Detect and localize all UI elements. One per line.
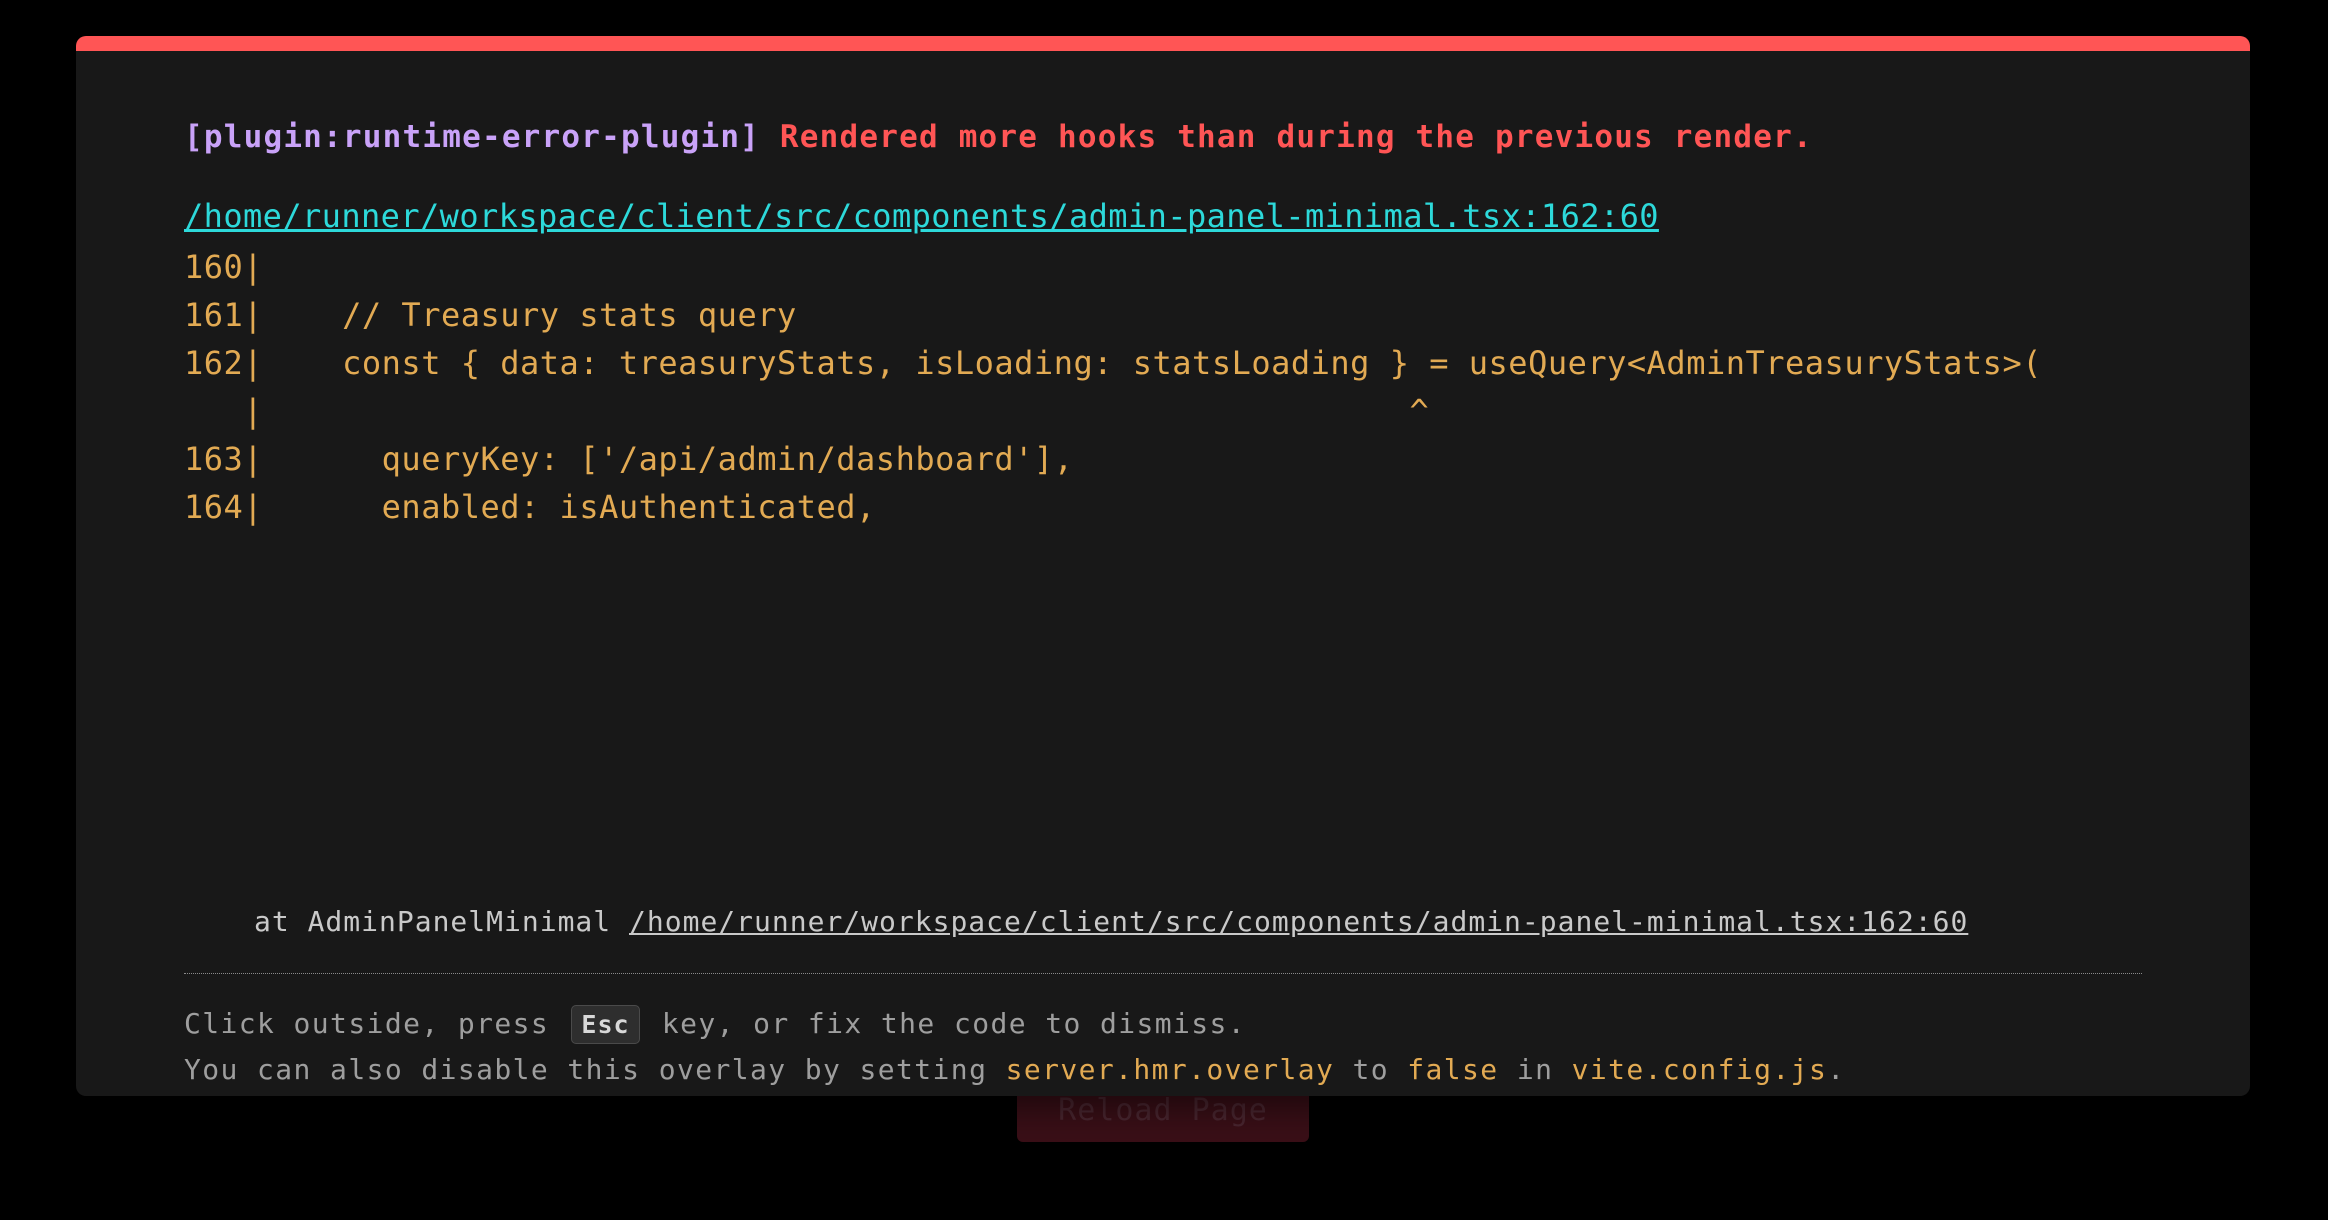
divider	[184, 973, 2142, 974]
code-frame-line: 161| // Treasury stats query	[184, 296, 797, 334]
code-frame-line: 163| queryKey: ['/api/admin/dashboard'],	[184, 440, 1074, 478]
error-message: [plugin:runtime-error-plugin] Rendered m…	[184, 119, 1813, 155]
disable-overlay-tip: You can also disable this overlay by set…	[184, 1053, 1845, 1086]
config-file: vite.config.js	[1571, 1053, 1828, 1086]
esc-key: Esc	[571, 1005, 640, 1044]
stack-trace: at AdminPanelMinimal /home/runner/worksp…	[254, 905, 1968, 938]
tip-text: You can also disable this overlay by set…	[184, 1053, 1006, 1086]
tip-text: Click outside, press	[184, 1007, 568, 1040]
plugin-label: [plugin:runtime-error-plugin]	[184, 119, 761, 155]
error-overlay-window: [plugin:runtime-error-plugin] Rendered m…	[76, 36, 2250, 1096]
tip-text: .	[1827, 1053, 1846, 1086]
config-value: false	[1407, 1053, 1499, 1086]
stack-trace-prefix: at AdminPanelMinimal	[254, 905, 630, 938]
dismiss-tip: Click outside, press Esc key, or fix the…	[184, 1005, 1246, 1044]
code-frame: 160| 161| // Treasury stats query 162| con…	[184, 243, 2042, 531]
tip-text: to	[1334, 1053, 1408, 1086]
tip-text: key, or fix the code to dismiss.	[643, 1007, 1247, 1040]
code-frame-line: 162| const { data: treasuryStats, isLoad…	[184, 344, 2042, 382]
code-frame-line: 164| enabled: isAuthenticated,	[184, 488, 876, 526]
code-frame-line: 160|	[184, 248, 264, 286]
tip-text: in	[1498, 1053, 1572, 1086]
stack-trace-file-link[interactable]: /home/runner/workspace/client/src/compon…	[629, 905, 1968, 938]
error-file-link[interactable]: /home/runner/workspace/client/src/compon…	[184, 197, 1659, 235]
code-frame-caret-line: | ^	[184, 392, 1430, 430]
error-message-text: Rendered more hooks than during the prev…	[779, 119, 1813, 155]
config-option: server.hmr.overlay	[1005, 1053, 1335, 1086]
